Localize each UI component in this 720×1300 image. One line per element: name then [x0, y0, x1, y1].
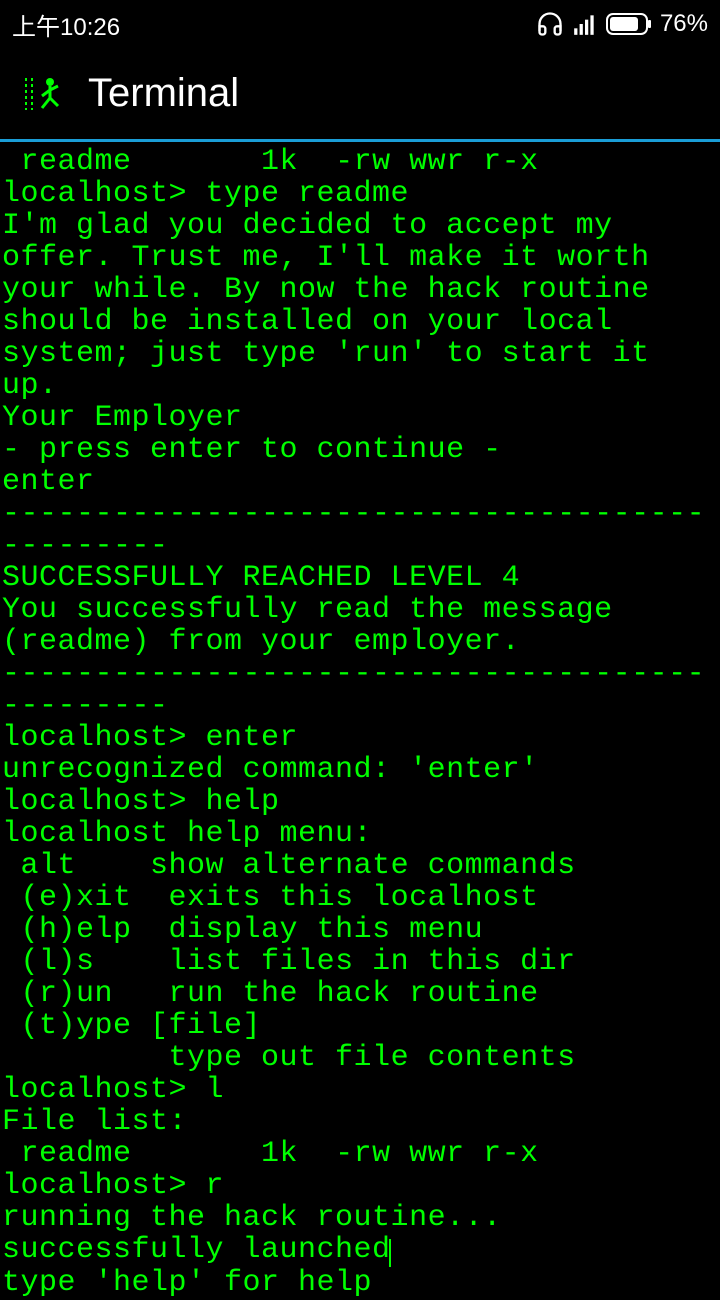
terminal-line: readme 1k -rw wwr r-x	[2, 1138, 720, 1170]
terminal-line: enter	[2, 466, 720, 498]
terminal-output[interactable]: readme 1k -rw wwr r-xlocalhost> type rea…	[0, 142, 720, 1299]
app-header: Terminal	[0, 48, 720, 142]
terminal-line: File list:	[2, 1106, 720, 1138]
terminal-line: localhost> help	[2, 786, 720, 818]
signal-icon	[572, 11, 598, 37]
status-right: 76%	[536, 10, 708, 38]
terminal-line: localhost> enter	[2, 722, 720, 754]
terminal-line: localhost> type readme	[2, 178, 720, 210]
terminal-line: successfully launched	[2, 1234, 720, 1267]
status-bar: 上午10:26 76%	[0, 0, 720, 48]
terminal-line: Your Employer	[2, 402, 720, 434]
terminal-line: (l)s list files in this dir	[2, 946, 720, 978]
terminal-line: (h)elp display this menu	[2, 914, 720, 946]
terminal-line: localhost help menu:	[2, 818, 720, 850]
cursor	[389, 1239, 391, 1267]
terminal-line: localhost> r	[2, 1170, 720, 1202]
terminal-line: I'm glad you decided to accept my offer.…	[2, 210, 720, 402]
terminal-line: localhost> l	[2, 1074, 720, 1106]
terminal-line: (t)ype [file]	[2, 1010, 720, 1042]
app-icon	[20, 70, 68, 118]
terminal-line: running the hack routine...	[2, 1202, 720, 1234]
status-time: 上午10:26	[12, 7, 120, 42]
terminal-line: type 'help' for help	[2, 1267, 720, 1299]
terminal-line: ----------------------------------------…	[2, 498, 720, 562]
terminal-line: unrecognized command: 'enter'	[2, 754, 720, 786]
terminal-line: You successfully read the message (readm…	[2, 594, 720, 658]
terminal-line: type out file contents	[2, 1042, 720, 1074]
app-title: Terminal	[88, 71, 239, 116]
terminal-line: alt show alternate commands	[2, 850, 720, 882]
terminal-line: (r)un run the hack routine	[2, 978, 720, 1010]
terminal-line: ----------------------------------------…	[2, 658, 720, 722]
terminal-line: (e)xit exits this localhost	[2, 882, 720, 914]
terminal-line: - press enter to continue -	[2, 434, 720, 466]
terminal-line: readme 1k -rw wwr r-x	[2, 146, 720, 178]
battery-percent: 76%	[660, 10, 708, 38]
terminal-line: SUCCESSFULLY REACHED LEVEL 4	[2, 562, 720, 594]
battery-icon	[606, 13, 652, 35]
headphones-icon	[536, 10, 564, 38]
